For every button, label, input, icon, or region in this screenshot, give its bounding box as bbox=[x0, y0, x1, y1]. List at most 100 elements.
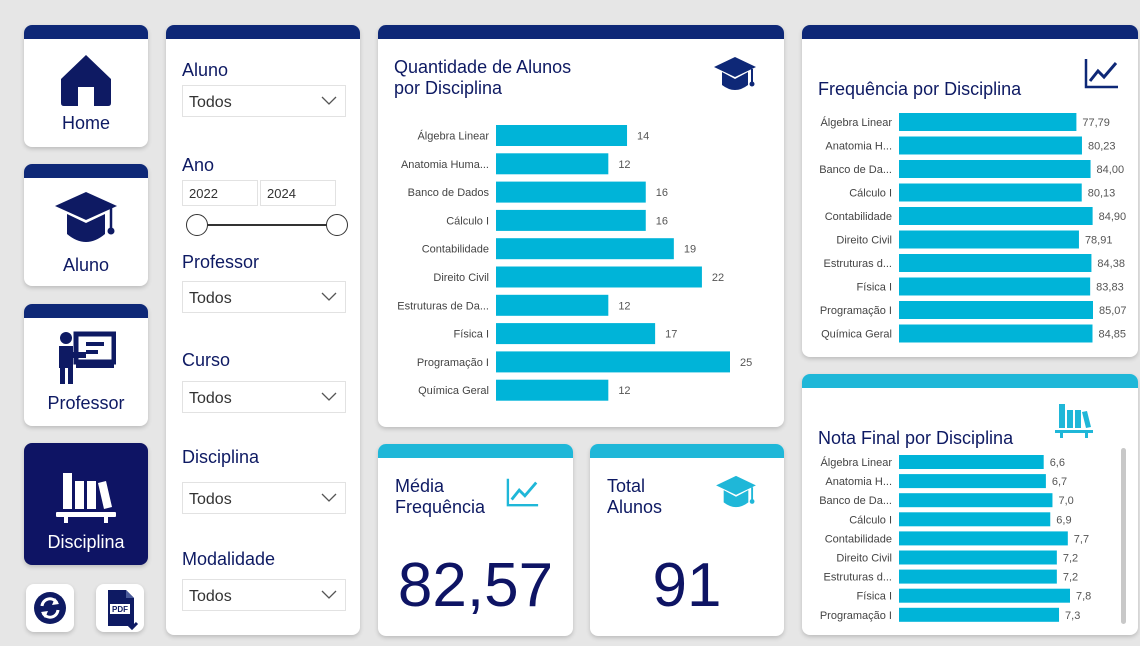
bar[interactable] bbox=[899, 512, 1051, 527]
graduation-cap-icon bbox=[716, 475, 756, 508]
nav-home-button[interactable]: Home bbox=[24, 25, 148, 147]
bar[interactable] bbox=[496, 209, 646, 231]
bar[interactable] bbox=[496, 351, 730, 373]
value-label: 85,07 bbox=[1099, 305, 1127, 317]
bar[interactable] bbox=[496, 379, 609, 401]
category-label: Direito Civil bbox=[433, 272, 489, 284]
nav-aluno-button[interactable]: Aluno bbox=[24, 164, 148, 286]
media-frequencia-card: Média Frequência 82,57 bbox=[378, 444, 573, 636]
value-label: 14 bbox=[637, 131, 649, 143]
filter-modalidade-select[interactable]: Todos bbox=[182, 579, 346, 611]
value-label: 6,6 bbox=[1050, 457, 1065, 469]
bar[interactable] bbox=[899, 136, 1082, 155]
quantidade-title-line1: Quantidade de Alunos bbox=[394, 57, 572, 77]
category-label: Direito Civil bbox=[836, 235, 892, 247]
card-header-bar bbox=[378, 25, 784, 39]
bar[interactable] bbox=[899, 160, 1091, 178]
chevron-down-icon bbox=[321, 590, 337, 599]
bar[interactable] bbox=[899, 588, 1070, 603]
category-label: Contabilidade bbox=[422, 244, 489, 256]
category-label: Anatomia Huma... bbox=[401, 159, 489, 171]
bar[interactable] bbox=[899, 324, 1093, 343]
bar[interactable] bbox=[899, 569, 1057, 584]
value-label: 77,79 bbox=[1082, 117, 1110, 129]
category-label: Estruturas de Da... bbox=[397, 300, 489, 312]
frequencia-title: Frequência por Disciplina bbox=[818, 79, 1022, 99]
nota-final-title: Nota Final por Disciplina bbox=[818, 428, 1014, 448]
category-label: Banco de Dados bbox=[408, 187, 490, 199]
card-header-bar bbox=[24, 25, 148, 39]
category-label: Direito Civil bbox=[836, 553, 892, 565]
value-label: 84,00 bbox=[1097, 164, 1125, 176]
bar[interactable] bbox=[496, 323, 656, 345]
category-label: Banco de Da... bbox=[819, 164, 892, 176]
frequencia-card: Frequência por Disciplina Álgebra Linear… bbox=[802, 25, 1138, 357]
bar[interactable] bbox=[899, 183, 1082, 202]
bar[interactable] bbox=[899, 230, 1079, 249]
bar[interactable] bbox=[496, 181, 646, 203]
value-label: 7,0 bbox=[1058, 495, 1073, 507]
category-label: Estruturas d... bbox=[824, 258, 892, 270]
filter-aluno-label: Aluno bbox=[182, 60, 229, 80]
value-label: 7,2 bbox=[1063, 553, 1078, 565]
bar[interactable] bbox=[899, 493, 1053, 508]
category-label: Programação I bbox=[417, 357, 489, 369]
bar[interactable] bbox=[496, 266, 702, 288]
bar[interactable] bbox=[496, 294, 609, 316]
filter-disciplina-select[interactable]: Todos bbox=[182, 482, 346, 514]
filter-ano-to-input[interactable]: 2024 bbox=[260, 180, 336, 206]
filter-professor-select[interactable]: Todos bbox=[182, 281, 346, 313]
category-label: Programação I bbox=[820, 610, 892, 622]
bar[interactable] bbox=[899, 277, 1091, 296]
bar[interactable] bbox=[899, 474, 1046, 489]
nav-disciplina-label: Disciplina bbox=[47, 532, 125, 552]
filter-curso-label: Curso bbox=[182, 350, 231, 370]
card-header-bar bbox=[590, 444, 784, 458]
bar[interactable] bbox=[899, 207, 1093, 225]
category-label: Cálculo I bbox=[849, 514, 892, 526]
filter-ano-slider-start[interactable] bbox=[186, 214, 208, 236]
card-header-bar bbox=[802, 374, 1138, 388]
bar[interactable] bbox=[899, 455, 1044, 469]
bar[interactable] bbox=[899, 254, 1092, 272]
filter-ano-from-input[interactable]: 2022 bbox=[182, 180, 258, 206]
filter-modalidade-label: Modalidade bbox=[182, 549, 276, 569]
pdf-download-icon: PDF bbox=[108, 590, 139, 631]
nota-final-card: Nota Final por Disciplina Álgebra Linear… bbox=[802, 374, 1138, 635]
bar[interactable] bbox=[899, 550, 1057, 565]
category-label: Química Geral bbox=[418, 385, 489, 397]
nav-home-label: Home bbox=[61, 113, 110, 133]
total-title-line1: Total bbox=[607, 476, 646, 496]
card-header-bar bbox=[802, 25, 1138, 39]
value-label: 80,13 bbox=[1088, 188, 1116, 200]
bar[interactable] bbox=[496, 125, 628, 146]
value-label: 12 bbox=[618, 385, 630, 397]
bar[interactable] bbox=[899, 531, 1068, 546]
card-header-bar bbox=[24, 164, 148, 178]
bar[interactable] bbox=[496, 238, 674, 260]
filter-aluno-select[interactable]: Todos bbox=[182, 85, 346, 117]
filter-ano-slider-track bbox=[196, 224, 332, 226]
nota-scrollbar[interactable] bbox=[1121, 448, 1126, 624]
library-books-icon bbox=[1055, 404, 1093, 438]
value-label: 25 bbox=[740, 357, 752, 369]
card-header-bar bbox=[166, 25, 360, 39]
bar[interactable] bbox=[899, 113, 1077, 131]
line-chart-icon bbox=[1084, 59, 1118, 89]
value-label: 16 bbox=[656, 215, 668, 227]
bar[interactable] bbox=[899, 301, 1093, 319]
bar[interactable] bbox=[496, 153, 609, 175]
category-label: Estruturas d... bbox=[824, 572, 892, 584]
nav-professor-button[interactable]: Professor bbox=[24, 304, 148, 426]
bar[interactable] bbox=[899, 607, 1060, 622]
refresh-button[interactable] bbox=[26, 584, 74, 632]
nav-disciplina-button[interactable]: Disciplina bbox=[24, 443, 148, 565]
card-header-bar bbox=[24, 304, 148, 318]
filter-curso-select[interactable]: Todos bbox=[182, 381, 346, 413]
export-pdf-button[interactable]: PDF bbox=[96, 584, 144, 632]
value-label: 16 bbox=[656, 187, 668, 199]
value-label: 17 bbox=[665, 329, 677, 341]
filter-professor-value: Todos bbox=[189, 290, 232, 307]
filter-ano-slider-end[interactable] bbox=[326, 214, 348, 236]
value-label: 7,2 bbox=[1063, 572, 1078, 584]
